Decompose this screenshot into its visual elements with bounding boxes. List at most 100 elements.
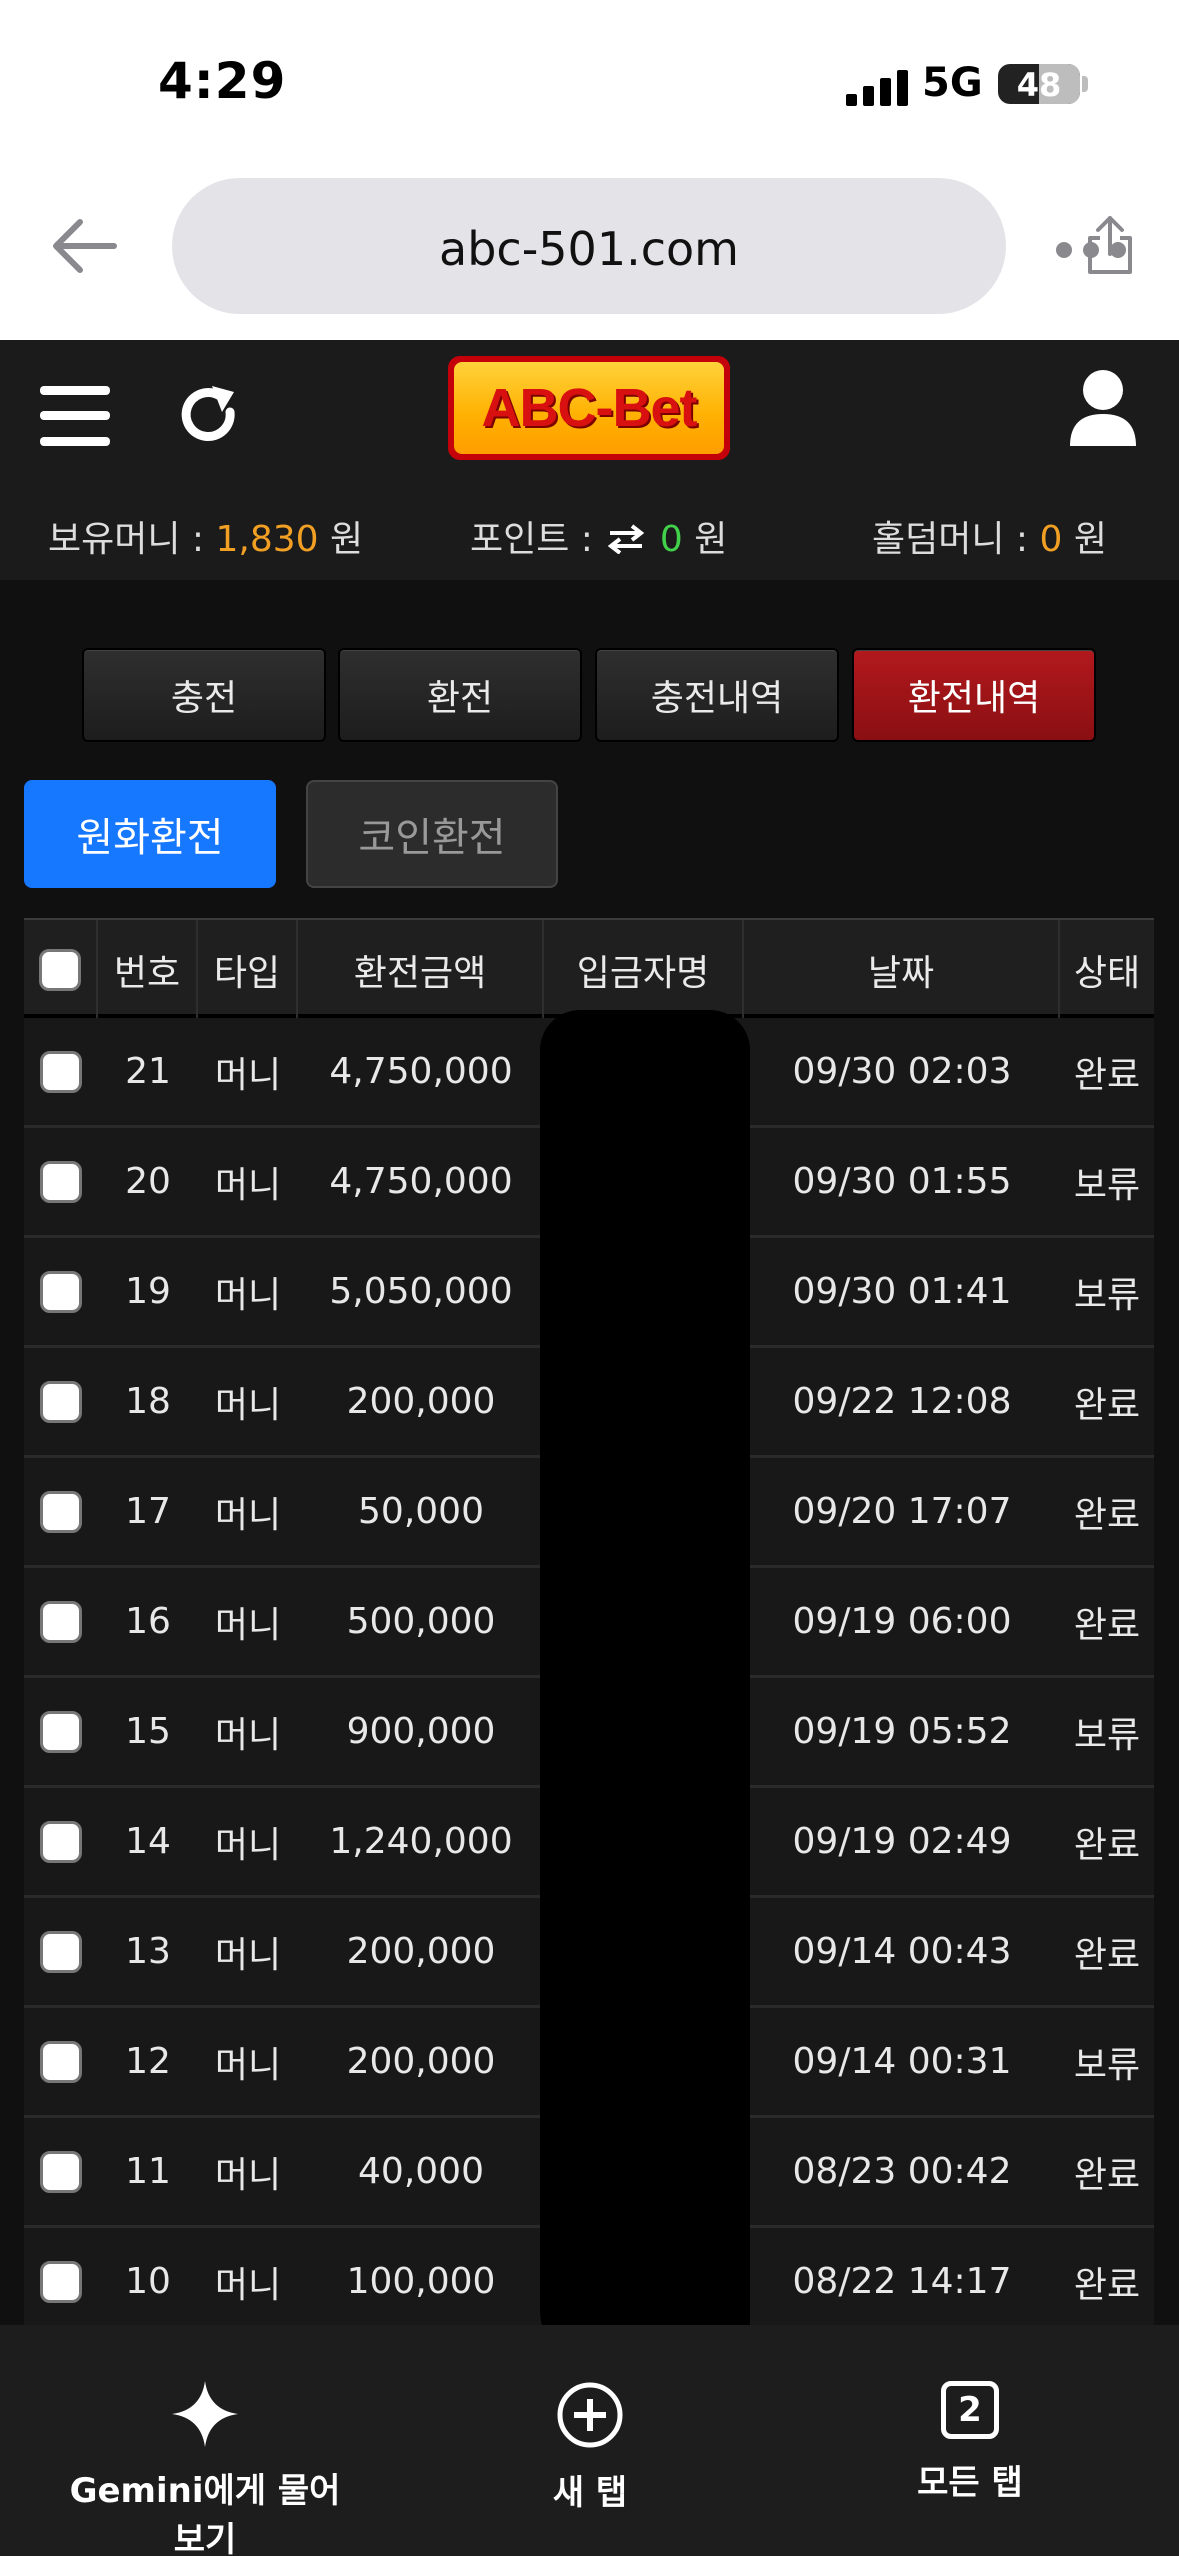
- row-checkbox[interactable]: [40, 1050, 82, 1093]
- row-checkbox[interactable]: [40, 2260, 82, 2303]
- cell-type: 머니: [214, 1934, 282, 1976]
- address-bar[interactable]: abc-501.com: [172, 178, 1132, 314]
- battery-tip: [1082, 76, 1088, 92]
- cell-date: 09/14 00:43: [792, 1931, 1012, 1972]
- cell-type: 머니: [214, 1384, 282, 1426]
- row-checkbox[interactable]: [40, 1380, 82, 1423]
- row-checkbox[interactable]: [40, 2040, 82, 2083]
- hamburger-menu-icon[interactable]: [40, 386, 110, 446]
- points-unit: 원: [694, 519, 728, 560]
- balance-points: 포인트 : 0 원: [470, 510, 727, 562]
- select-all-checkbox[interactable]: [39, 949, 81, 991]
- more-icon[interactable]: [1056, 242, 1126, 258]
- tab-deposit-history[interactable]: 충전내역: [595, 648, 839, 742]
- balance-value: 1,830: [215, 519, 319, 560]
- header-type: 타입: [198, 920, 298, 1020]
- cell-status: 완료: [1073, 1494, 1141, 1536]
- site-logo[interactable]: ABC-Bet: [448, 356, 730, 460]
- tab-withdraw[interactable]: 환전: [338, 648, 582, 742]
- tab-withdraw-history[interactable]: 환전내역: [852, 648, 1096, 742]
- header-amount: 환전금액: [298, 920, 544, 1020]
- cell-date: 09/19 05:52: [792, 1711, 1012, 1752]
- row-checkbox-cell: [24, 1678, 98, 1785]
- cell-amount: 200,000: [346, 1381, 496, 1422]
- holdem-value: 0: [1039, 519, 1063, 560]
- site-header: ABC-Bet 보유머니 : 1,830 원 포인트 : 0 원 홀덤머니 : …: [0, 340, 1179, 580]
- all-tabs-button[interactable]: 2 모든 탭: [900, 2381, 1040, 2504]
- status-bar: 4:29 5G 48: [0, 0, 1179, 160]
- cell-date: 09/19 06:00: [792, 1601, 1012, 1642]
- cell-number: 14: [125, 1821, 171, 1862]
- cell-status: 보류: [1073, 1714, 1141, 1756]
- gemini-button[interactable]: Gemini에게 물어보기: [60, 2381, 350, 2556]
- row-checkbox-cell: [24, 1898, 98, 2005]
- new-tab-button[interactable]: 새 탭: [530, 2381, 650, 2514]
- cell-date: 09/22 12:08: [792, 1381, 1012, 1422]
- points-value: 0: [659, 519, 683, 560]
- user-icon[interactable]: [1068, 368, 1138, 448]
- cell-amount: 4,750,000: [329, 1161, 513, 1202]
- row-checkbox-cell: [24, 1788, 98, 1895]
- points-label: 포인트 :: [470, 519, 593, 560]
- logo-text: ABC-Bet: [481, 378, 698, 438]
- cell-number: 17: [125, 1491, 171, 1532]
- cell-amount: 900,000: [346, 1711, 496, 1752]
- row-checkbox[interactable]: [40, 2150, 82, 2193]
- battery-level: 48: [1016, 66, 1062, 104]
- plus-circle-icon: [557, 2382, 623, 2448]
- cell-amount: 200,000: [346, 2041, 496, 2082]
- cell-type: 머니: [214, 2154, 282, 2196]
- header-depositor: 입금자명: [544, 920, 744, 1020]
- cell-date: 08/23 00:42: [792, 2151, 1012, 2192]
- balance-unit: 원: [330, 519, 364, 560]
- subtab-coin-withdraw[interactable]: 코인환전: [306, 780, 558, 888]
- cell-number: 20: [125, 1161, 171, 1202]
- select-all-cell: [24, 920, 98, 1020]
- network-type: 5G: [922, 60, 983, 106]
- cell-number: 18: [125, 1381, 171, 1422]
- cell-type: 머니: [214, 2044, 282, 2086]
- balance-holdem: 홀덤머니 : 0 원: [872, 510, 1107, 562]
- cell-status: 보류: [1073, 1274, 1141, 1316]
- cell-type: 머니: [214, 1494, 282, 1536]
- row-checkbox[interactable]: [40, 1490, 82, 1533]
- cell-amount: 50,000: [358, 1491, 484, 1532]
- row-checkbox[interactable]: [40, 1710, 82, 1753]
- cell-date: 09/14 00:31: [792, 2041, 1012, 2082]
- row-checkbox[interactable]: [40, 1270, 82, 1313]
- row-checkbox-cell: [24, 1018, 98, 1125]
- row-checkbox-cell: [24, 1238, 98, 1345]
- subtab-krw-withdraw[interactable]: 원화환전: [24, 780, 276, 888]
- cell-amount: 500,000: [346, 1601, 496, 1642]
- cell-date: 09/30 01:41: [792, 1271, 1012, 1312]
- cell-number: 19: [125, 1271, 171, 1312]
- cell-date: 09/19 02:49: [792, 1821, 1012, 1862]
- cell-amount: 200,000: [346, 1931, 496, 1972]
- row-checkbox[interactable]: [40, 1160, 82, 1203]
- swap-icon[interactable]: [606, 524, 646, 554]
- cell-type: 머니: [214, 1164, 282, 1206]
- refresh-icon[interactable]: [176, 382, 242, 448]
- row-checkbox-cell: [24, 1348, 98, 1455]
- balance-money: 보유머니 : 1,830 원: [48, 510, 363, 562]
- cell-type: 머니: [214, 1604, 282, 1646]
- cell-date: 09/30 01:55: [792, 1161, 1012, 1202]
- holdem-unit: 원: [1073, 519, 1107, 560]
- header-date: 날짜: [744, 920, 1060, 1020]
- cell-status: 보류: [1073, 2044, 1141, 2086]
- sparkle-icon: [172, 2381, 238, 2447]
- browser-bar: abc-501.com: [0, 160, 1179, 340]
- row-checkbox[interactable]: [40, 1930, 82, 1973]
- row-checkbox-cell: [24, 2228, 98, 2335]
- row-checkbox[interactable]: [40, 1600, 82, 1643]
- cell-type: 머니: [214, 2264, 282, 2306]
- cell-status: 완료: [1073, 1824, 1141, 1866]
- cell-status: 보류: [1073, 1164, 1141, 1206]
- tab-deposit[interactable]: 충전: [82, 648, 326, 742]
- cell-number: 12: [125, 2041, 171, 2082]
- back-arrow-icon[interactable]: [48, 210, 120, 282]
- cell-amount: 5,050,000: [329, 1271, 513, 1312]
- row-checkbox[interactable]: [40, 1820, 82, 1863]
- row-checkbox-cell: [24, 1128, 98, 1235]
- cell-status: 완료: [1073, 1054, 1141, 1096]
